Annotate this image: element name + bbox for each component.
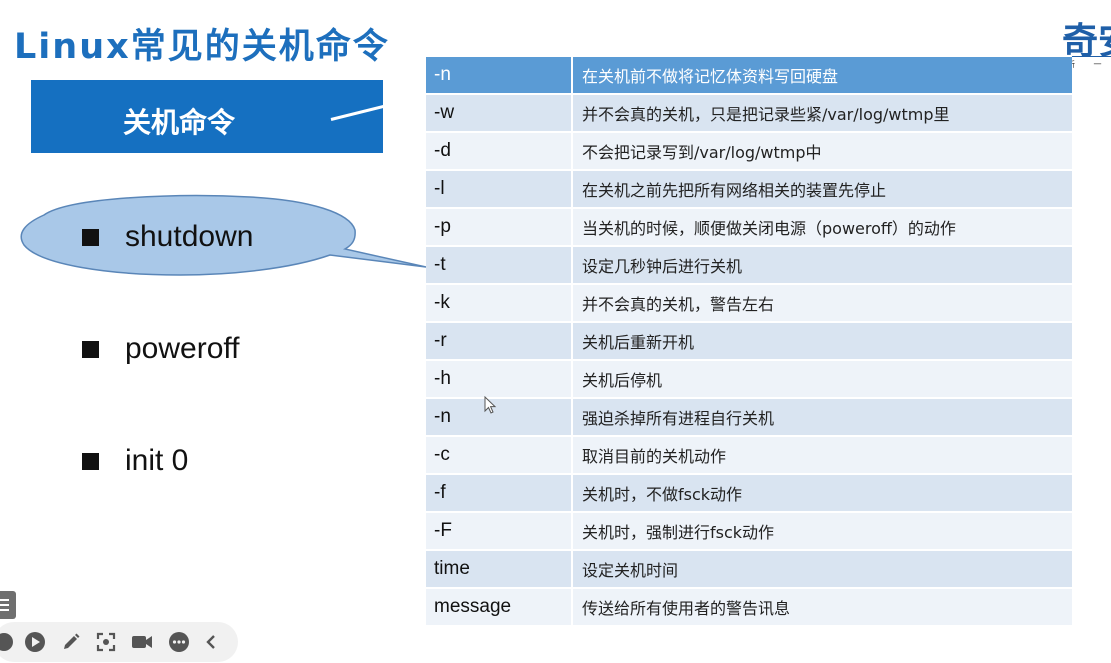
option-flag: time <box>426 549 573 588</box>
options-table: -n 在关机前不做将记忆体资料写回硬盘 -w 并不会真的关机，只是把记录些紧/var… <box>426 55 1072 625</box>
bullet-square-icon <box>82 340 99 358</box>
option-flag: -c <box>426 435 573 474</box>
camera-icon[interactable] <box>131 631 153 653</box>
header-box: 关机命令 <box>31 80 384 153</box>
option-desc: 当关机的时候，顺便做关闭电源（poweroff）的动作 <box>572 207 1072 246</box>
option-flag: -n <box>426 397 573 436</box>
presenter-menu-button[interactable] <box>0 591 16 619</box>
option-desc: 设定几秒钟后进行关机 <box>572 245 1072 284</box>
option-flag: -w <box>426 93 573 132</box>
mouse-cursor-icon <box>484 396 497 414</box>
table-row: -r 关机后重新开机 <box>426 321 1072 360</box>
table-row: -c 取消目前的关机动作 <box>426 435 1072 474</box>
circle-icon[interactable] <box>0 631 15 653</box>
option-flag: -f <box>426 473 573 512</box>
slide-title: Linux常见的关机命令 <box>14 27 390 67</box>
option-desc: 关机时，强制进行fsck动作 <box>572 511 1072 550</box>
table-row: time 设定关机时间 <box>426 549 1072 588</box>
table-row: -t 设定几秒钟后进行关机 <box>426 245 1072 284</box>
option-desc: 并不会真的关机，警告左右 <box>572 283 1072 322</box>
option-flag: -l <box>426 169 573 208</box>
command-label: init 0 <box>125 444 189 477</box>
table-row: -n 在关机前不做将记忆体资料写回硬盘 <box>426 55 1072 94</box>
table-row: message 传送给所有使用者的警告讯息 <box>426 587 1072 625</box>
pen-icon[interactable] <box>60 631 82 653</box>
option-flag: -F <box>426 511 573 550</box>
chevron-left-icon[interactable] <box>200 631 222 653</box>
option-desc: 设定关机时间 <box>572 549 1072 588</box>
option-flag: -n <box>426 55 573 94</box>
option-desc: 强迫杀掉所有进程自行关机 <box>572 397 1072 436</box>
header-label: 关机命令 <box>122 106 235 139</box>
bullet-square-icon <box>82 452 99 470</box>
table-row: -h 关机后停机 <box>426 359 1072 398</box>
bullet-square-icon <box>82 228 99 246</box>
option-flag: -t <box>426 245 573 284</box>
option-flag: -d <box>426 131 573 170</box>
command-label: poweroff <box>125 332 240 365</box>
play-icon[interactable] <box>24 631 46 653</box>
option-desc: 关机后停机 <box>572 359 1072 398</box>
table-row: -f 关机时，不做fsck动作 <box>426 473 1072 512</box>
option-flag: -r <box>426 321 573 360</box>
option-flag: -h <box>426 359 573 398</box>
table-row: -w 并不会真的关机，只是把记录些紧/var/log/wtmp里 <box>426 93 1072 132</box>
option-desc: 不会把记录写到/var/log/wtmp中 <box>572 131 1072 170</box>
command-label: shutdown <box>125 220 254 253</box>
option-desc: 关机后重新开机 <box>572 321 1072 360</box>
presenter-toolbar <box>0 622 238 662</box>
screenshot-icon[interactable] <box>95 631 117 653</box>
option-flag: -p <box>426 207 573 246</box>
option-desc: 并不会真的关机，只是把记录些紧/var/log/wtmp里 <box>572 93 1072 132</box>
option-desc: 关机时，不做fsck动作 <box>572 473 1072 512</box>
option-flag: message <box>426 587 573 625</box>
option-desc: 取消目前的关机动作 <box>572 435 1072 474</box>
logo-subtitle: 新 一 代 <box>1067 60 1111 69</box>
table-row: -l 在关机之前先把所有网络相关的装置先停止 <box>426 169 1072 208</box>
option-desc: 传送给所有使用者的警告讯息 <box>572 587 1072 625</box>
command-item-poweroff: poweroff <box>82 332 240 366</box>
option-desc: 在关机之前先把所有网络相关的装置先停止 <box>572 169 1072 208</box>
table-row: -d 不会把记录写到/var/log/wtmp中 <box>426 131 1072 170</box>
command-item-shutdown: shutdown <box>82 220 253 254</box>
option-desc: 在关机前不做将记忆体资料写回硬盘 <box>572 55 1072 94</box>
table-row: -n 强迫杀掉所有进程自行关机 <box>426 397 1072 436</box>
more-icon[interactable] <box>168 631 190 653</box>
menu-icon <box>0 599 9 611</box>
table-row: -k 并不会真的关机，警告左右 <box>426 283 1072 322</box>
table-row: -p 当关机的时候，顺便做关闭电源（poweroff）的动作 <box>426 207 1072 246</box>
table-row: -F 关机时，强制进行fsck动作 <box>426 511 1072 550</box>
command-item-init0: init 0 <box>82 444 188 478</box>
option-flag: -k <box>426 283 573 322</box>
